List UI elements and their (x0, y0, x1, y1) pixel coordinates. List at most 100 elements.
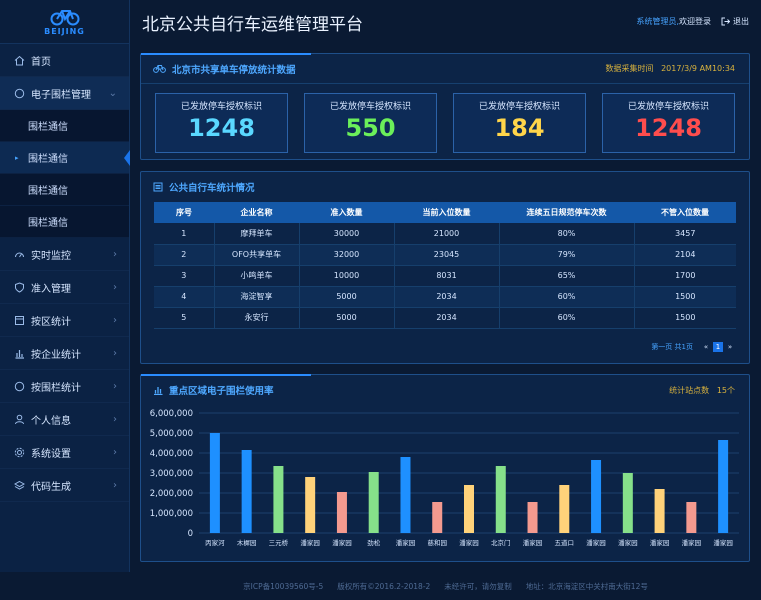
x-tick-label: 潘家园 (586, 538, 606, 547)
bar-chart-icon (154, 387, 163, 395)
sidebar-subitem-fence-comm-4[interactable]: 围栏通信 (0, 206, 129, 238)
table-cell: 1500 (634, 307, 736, 329)
chart-bar[interactable] (464, 485, 474, 533)
table-cell: 永安行 (214, 307, 300, 329)
table-row[interactable]: 5 永安行 5000 2034 60% 1500 (154, 307, 736, 329)
x-tick-label: 潘家园 (713, 538, 733, 547)
stat-card: 已发放停车授权标识 550 (304, 93, 437, 153)
pager-next-button[interactable]: » (725, 342, 735, 352)
chart-panel: 重点区域电子围栏使用率 统计站点数 15个 0 1,000,000 2,000,00… (140, 374, 750, 562)
stat-card-value: 1248 (635, 114, 702, 142)
stat-card: 已发放停车授权标识 1248 (602, 93, 735, 153)
sidebar-item-label: 按围栏统计 (31, 382, 81, 394)
table-cell: 65% (499, 265, 635, 287)
x-tick-label: 木樨园 (237, 538, 257, 547)
table-cell: 60% (499, 307, 635, 329)
x-tick-label: 三元桥 (269, 538, 289, 547)
sidebar-subitem-label: 围栏通信 (28, 122, 68, 133)
chart-bar[interactable] (400, 457, 411, 533)
table-cell: 60% (499, 286, 635, 308)
logo[interactable]: BEIJING (0, 0, 129, 44)
usage-bar-chart: 0 1,000,000 2,000,000 3,000,000 4,000,000 5,0… (150, 409, 739, 547)
table-cell: 79% (499, 244, 635, 266)
chevron-right-icon: › (113, 380, 117, 392)
sidebar-item-system-settings[interactable]: 系统设置 › (0, 436, 129, 469)
chart-bar[interactable] (527, 502, 538, 533)
chevron-right-icon: › (113, 347, 117, 359)
x-tick-label: 五道口 (555, 538, 575, 547)
stat-card-label: 已发放停车授权标识 (478, 102, 560, 112)
header-user-area: 系统管理员, 欢迎登录 退出 (636, 16, 749, 27)
sidebar-subitem-label: 围栏通信 (28, 154, 68, 165)
table-panel: 公共自行车统计情况 序号 企业名称 准入数量 当前入位数量 连续五日规范停车次数… (140, 171, 750, 364)
chart-bar[interactable] (273, 466, 284, 533)
table-row[interactable]: 3 小鸣单车 10000 8031 65% 1700 (154, 265, 736, 287)
y-tick-label: 5,000,000 (150, 429, 193, 439)
logout-button[interactable]: 退出 (721, 16, 749, 27)
table-row[interactable]: 1 摩拜单车 30000 21000 80% 3457 (154, 223, 736, 245)
stats-panel: 北京市共享单车停放统计数据 数据采集时间 2017/3/9 AM10:34 已发… (140, 53, 750, 160)
sidebar-item-realtime-monitor[interactable]: 实时监控 › (0, 238, 129, 271)
chart-bar[interactable] (654, 489, 665, 533)
station-count: 统计站点数 15个 (669, 385, 735, 396)
chart-bar[interactable] (495, 466, 506, 533)
chart-bar[interactable] (622, 473, 633, 533)
x-tick-label: 潘家园 (682, 538, 702, 547)
table-row[interactable]: 2 OFO共享单车 32000 23045 79% 2104 (154, 244, 736, 266)
chart-bar[interactable] (591, 460, 602, 533)
pager-prev-button[interactable]: « (701, 342, 711, 352)
sidebar-item-personal-info[interactable]: 个人信息 › (0, 403, 129, 436)
sidebar-item-access-management[interactable]: 准入管理 › (0, 271, 129, 304)
chart-bar[interactable] (686, 502, 697, 533)
sidebar-subitem-fence-comm-2[interactable]: ▸ 围栏通信 (0, 142, 130, 174)
logout-icon (721, 17, 730, 26)
x-tick-label: 丙家河 (205, 538, 225, 547)
sidebar: BEIJING 首页 电子围栏管理 ⌄ 围栏通信 ▸ 围栏通信 围栏通信 围栏通… (0, 0, 130, 572)
chart-bar[interactable] (432, 502, 443, 533)
shield-icon (13, 281, 25, 293)
footer-copyright: 版权所有©2016.2-2018-2 (337, 582, 431, 591)
chevron-right-icon: › (113, 446, 117, 458)
chevron-right-icon: › (113, 479, 117, 491)
chart-bar[interactable] (336, 492, 347, 533)
sidebar-item-code-generation[interactable]: 代码生成 › (0, 469, 129, 502)
sidebar-item-fence-stats[interactable]: 按围栏统计 › (0, 370, 129, 403)
chart-bar[interactable] (559, 485, 570, 533)
sidebar-item-enterprise-stats[interactable]: 按企业统计 › (0, 337, 129, 370)
pager-current-page[interactable]: 1 (713, 341, 723, 352)
chevron-right-icon: › (113, 413, 117, 425)
stat-card-value: 1248 (188, 114, 255, 142)
table-row[interactable]: 4 海淀智享 5000 2034 60% 1500 (154, 286, 736, 308)
sidebar-subitem-label: 围栏通信 (28, 186, 68, 197)
sidebar-subitem-fence-comm-3[interactable]: 围栏通信 (0, 174, 129, 206)
column-header: 企业名称 (214, 202, 299, 223)
sidebar-item-home[interactable]: 首页 (0, 44, 129, 77)
chart-bar[interactable] (305, 477, 316, 533)
user-role[interactable]: 系统管理员, (636, 16, 679, 27)
y-tick-label: 0 (188, 529, 193, 539)
table-cell: 小鸣单车 (214, 265, 300, 287)
active-indicator (124, 150, 130, 166)
footer: 京ICP备10039560号-5 版权所有©2016.2-2018-2 未经许可… (130, 573, 761, 600)
chart-bar[interactable] (718, 440, 729, 533)
table-header-row: 序号 企业名称 准入数量 当前入位数量 连续五日规范停车次数 不管入位数量 (154, 202, 736, 223)
table-cell: 1 (154, 223, 215, 245)
x-tick-label: 劲松 (367, 538, 381, 547)
stat-card: 已发放停车授权标识 184 (453, 93, 586, 153)
logout-label: 退出 (733, 17, 749, 26)
sidebar-subitem-fence-comm-1[interactable]: 围栏通信 (0, 110, 129, 142)
x-tick-label: 潘家园 (300, 538, 320, 547)
stats-table: 序号 企业名称 准入数量 当前入位数量 连续五日规范停车次数 不管入位数量 1 … (154, 202, 736, 329)
footer-icp: 京ICP备10039560号-5 (243, 582, 324, 591)
dashboard-icon (13, 248, 25, 260)
chart-bar[interactable] (241, 450, 252, 533)
table-cell: 23045 (394, 244, 500, 266)
bicycle-icon (50, 9, 79, 25)
sidebar-item-district-stats[interactable]: 按区统计 › (0, 304, 129, 337)
sidebar-item-fence-management[interactable]: 电子围栏管理 ⌄ (0, 77, 129, 110)
chart-bar[interactable] (209, 433, 220, 533)
table-cell: 21000 (394, 223, 500, 245)
layers-icon (13, 479, 25, 491)
chart-bar[interactable] (368, 472, 379, 533)
column-header: 当前入位数量 (394, 202, 499, 223)
